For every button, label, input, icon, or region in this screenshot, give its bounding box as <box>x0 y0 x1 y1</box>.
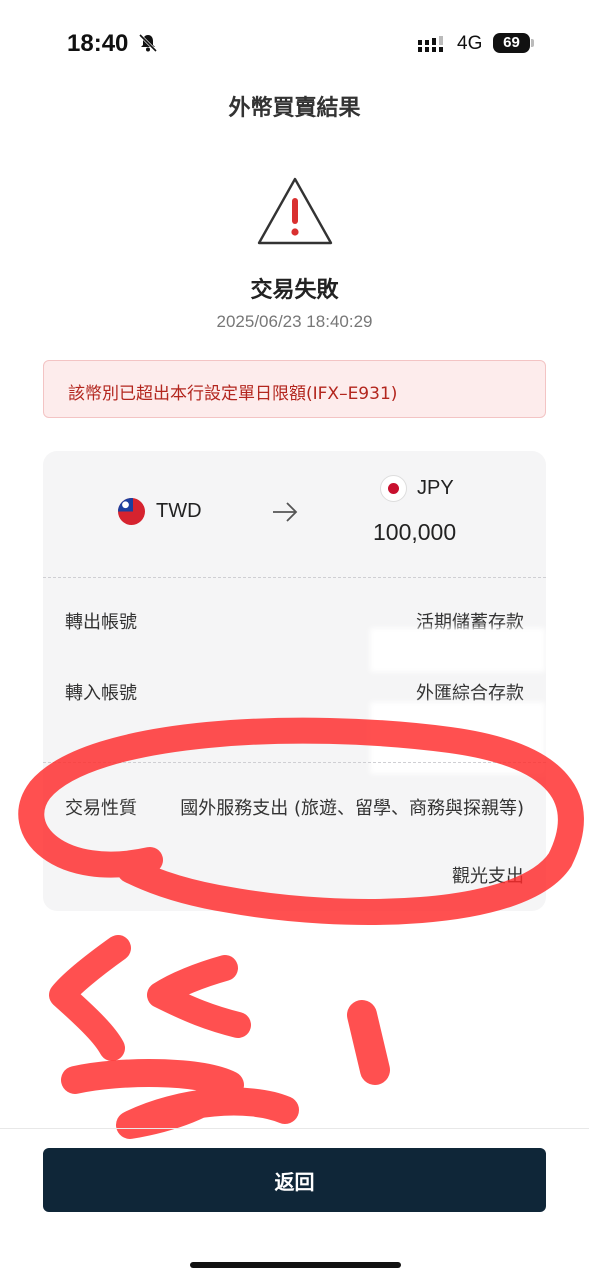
japan-flag-dot <box>388 483 399 494</box>
page-title: 外幣買賣結果 <box>228 96 361 121</box>
in-account-label: 轉入帳號 <box>65 683 137 704</box>
from-currency: TWD <box>156 500 202 522</box>
purpose-value: 國外服務支出 (旅遊、留學、商務與探親等) <box>180 798 524 819</box>
result-status: 交易失敗 <box>250 278 339 303</box>
status-time: 18:40 <box>67 30 129 57</box>
footer-divider <box>0 1128 589 1129</box>
battery-level: 69 <box>503 34 520 51</box>
purpose-sub-value: 觀光支出 <box>452 866 524 887</box>
redacted-account-number <box>370 628 545 672</box>
error-banner: 該幣別已超出本行設定單日限額(IFX–E931) <box>43 360 546 418</box>
home-indicator[interactable] <box>190 1262 401 1268</box>
bell-slash-icon <box>138 33 158 53</box>
divider <box>43 762 546 763</box>
error-message: 該幣別已超出本行設定單日限額(IFX–E931) <box>68 384 398 404</box>
warning-triangle-icon <box>257 177 333 245</box>
status-bar: 18:40 4G 69 <box>0 0 589 80</box>
to-currency: JPY <box>417 477 454 499</box>
divider <box>43 577 546 578</box>
network-type: 4G <box>457 33 483 54</box>
redacted-account-number <box>370 702 545 774</box>
arrow-right-icon <box>273 502 298 522</box>
result-timestamp: 2025/06/23 18:40:29 <box>216 312 373 331</box>
back-button[interactable]: 返回 <box>43 1148 546 1212</box>
signal-icon <box>418 36 443 52</box>
to-amount: 100,000 <box>373 519 457 545</box>
purpose-label: 交易性質 <box>65 798 137 819</box>
battery-tip <box>531 39 534 47</box>
battery-icon: 69 <box>493 33 535 53</box>
out-account-label: 轉出帳號 <box>65 612 137 633</box>
japan-flag-icon <box>380 475 407 502</box>
taiwan-flag-icon <box>118 498 145 525</box>
